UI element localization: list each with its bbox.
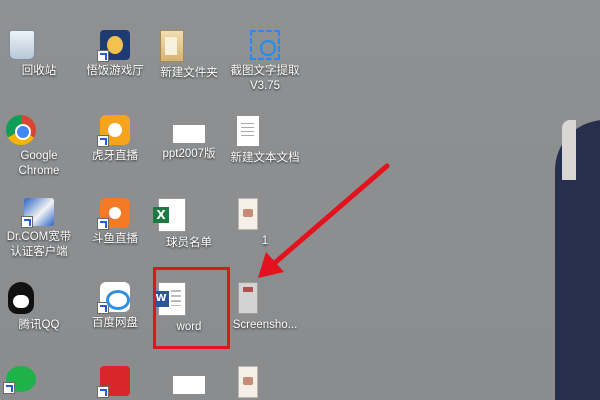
- qq-icon: [8, 282, 34, 314]
- highlight-box: [153, 267, 230, 349]
- icon-label: 新建文本文档: [230, 152, 300, 164]
- desktop-icon-chrome[interactable]: Google Chrome: [4, 115, 74, 179]
- icon-label: 回收站: [21, 65, 57, 77]
- icon-label: Screensho...: [232, 319, 298, 331]
- huya-icon: [97, 115, 130, 147]
- icon-label: 百度网盘: [92, 317, 138, 329]
- desktop-icon-new-folder[interactable]: 新建文件夹: [154, 30, 224, 81]
- desktop-icon-huya[interactable]: 虎牙直播: [80, 115, 150, 164]
- ocr-capture-icon: [250, 30, 280, 60]
- desktop-icon-player-list[interactable]: 球员名单: [153, 198, 224, 251]
- icon-label: 腾讯QQ: [18, 319, 60, 331]
- blank-thumbnail-icon: [173, 376, 205, 394]
- shortcut-arrow-icon: [97, 50, 109, 62]
- shortcut-arrow-icon: [21, 216, 33, 228]
- excel-icon: [153, 198, 186, 232]
- icon-label-line2: Chrome: [18, 165, 60, 177]
- icon-label: 截图文字提取: [230, 65, 300, 77]
- icon-label: Google: [20, 150, 58, 162]
- desktop-icon-image-1[interactable]: 1: [230, 198, 300, 249]
- desktop-icon-baidu-netdisk[interactable]: 百度网盘: [80, 282, 150, 331]
- desktop-icon-recycle-bin[interactable]: 回收站: [4, 30, 74, 79]
- icon-label: 新建文件夹: [160, 67, 218, 79]
- shortcut-arrow-icon: [97, 135, 109, 147]
- game-hall-icon: [97, 30, 130, 62]
- shortcut-arrow-icon: [3, 382, 15, 394]
- text-document-icon: [236, 115, 260, 147]
- desktop-icon-ocr-capture[interactable]: 截图文字提取 V3.75: [230, 30, 300, 94]
- desktop-icon-red-app[interactable]: [80, 366, 150, 398]
- folder-icon: [160, 30, 184, 62]
- desktop-icon-text-document[interactable]: 新建文本文档: [230, 115, 300, 166]
- douyu-icon: [97, 198, 130, 230]
- desktop-icon-qq[interactable]: 腾讯QQ: [4, 282, 74, 333]
- wechat-icon: [3, 366, 36, 394]
- arrow-head: [258, 252, 284, 278]
- desktop-icon-drcom[interactable]: Dr.COM宽带 认证客户端: [4, 198, 74, 260]
- shortcut-arrow-icon: [97, 386, 109, 398]
- drcom-icon: [21, 198, 54, 228]
- chrome-icon: [6, 115, 36, 145]
- icon-label-line2: 认证客户端: [10, 246, 68, 258]
- icon-label: 悟饭游戏厅: [86, 65, 144, 77]
- baidu-netdisk-icon: [97, 282, 130, 314]
- shirt-collar-shape: [562, 120, 576, 180]
- screenshot-file-icon: [238, 282, 258, 314]
- shortcut-arrow-icon: [97, 218, 109, 230]
- icon-label-version: V3.75: [249, 80, 281, 92]
- desktop-icon-ppt2007[interactable]: ppt2007版: [154, 115, 224, 162]
- image-thumbnail-icon: [238, 366, 258, 398]
- desktop-icon-screenshot[interactable]: Screensho...: [230, 282, 300, 333]
- desktop: 回收站 悟饭游戏厅 新建文件夹 截图文字提取 V3.75 Google Chro…: [0, 0, 600, 400]
- icon-label: 球员名单: [166, 237, 212, 249]
- desktop-icon-douyu[interactable]: 斗鱼直播: [80, 198, 150, 247]
- desktop-icon-image-2[interactable]: [230, 366, 300, 398]
- ppt-thumbnail-icon: [173, 125, 205, 143]
- person-silhouette: [550, 120, 600, 400]
- icon-label: Dr.COM宽带: [6, 231, 72, 243]
- desktop-icon-blank[interactable]: [154, 366, 224, 394]
- icon-label: 虎牙直播: [92, 150, 138, 162]
- icon-label: 斗鱼直播: [92, 233, 138, 245]
- red-app-icon: [97, 366, 130, 398]
- image-thumbnail-icon: [238, 198, 258, 230]
- recycle-bin-icon: [9, 30, 35, 60]
- shortcut-arrow-icon: [97, 302, 109, 314]
- icon-label: 1: [261, 235, 269, 247]
- desktop-icon-game-hall[interactable]: 悟饭游戏厅: [80, 30, 150, 79]
- icon-label: ppt2007版: [162, 148, 216, 160]
- desktop-icon-wechat[interactable]: [3, 366, 74, 394]
